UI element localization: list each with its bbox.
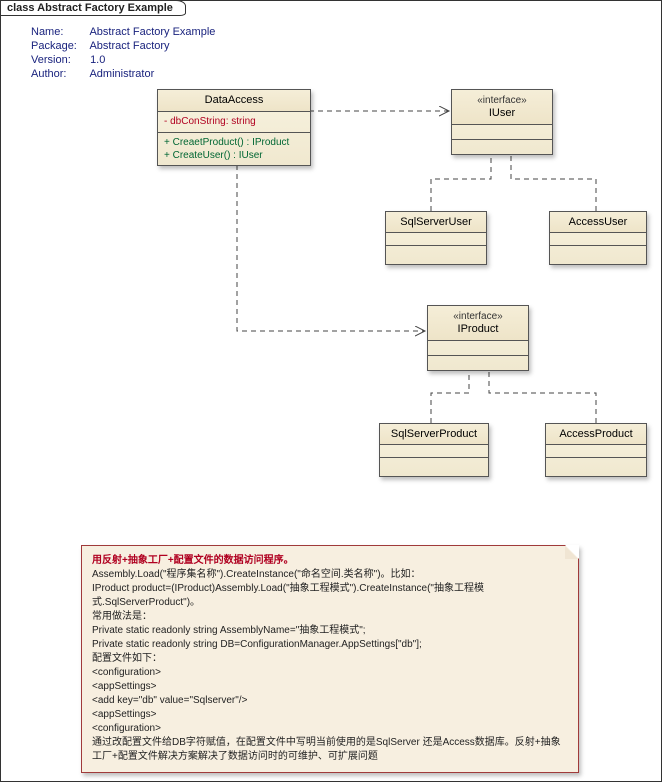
meta-author-value: Administrator [89, 68, 154, 80]
note-line-9: <add key="db" value="Sqlserver"/> [92, 694, 568, 708]
meta-name-label: Name: [31, 25, 87, 39]
note-title: 用反射+抽象工厂+配置文件的数据访问程序。 [92, 554, 568, 568]
note-line-6: 配置文件如下： [92, 652, 568, 666]
note-line-1: Assembly.Load("程序集名称").CreateInstance("命… [92, 568, 568, 582]
sqlserveruser-name: SqlServerUser [400, 216, 472, 228]
class-sqlserverproduct[interactable]: SqlServerProduct [379, 423, 489, 477]
attr-dbconstring: dbConString: string [167, 116, 255, 127]
accessproduct-name: AccessProduct [559, 428, 632, 440]
note-line-11: <configuration> [92, 722, 568, 736]
diagram-metadata: Name: Abstract Factory Example Package: … [31, 25, 215, 81]
meta-package-value: Abstract Factory [89, 40, 169, 52]
iproduct-name: IProduct [434, 323, 522, 336]
class-dataaccess[interactable]: DataAccess - dbConString: string + Creae… [157, 89, 311, 166]
class-sqlserveruser[interactable]: SqlServerUser [385, 211, 487, 265]
diagram-canvas: class Abstract Factory Example Name: Abs… [0, 0, 662, 782]
note-line-12: 通过改配置文件给DB字符赋值，在配置文件中写明当前使用的是SqlServer 还… [92, 736, 568, 764]
diagram-title-tab: class Abstract Factory Example [0, 0, 186, 16]
note-line-8: <appSettings> [92, 680, 568, 694]
note-line-3: 常用做法是： [92, 610, 568, 624]
meta-version-label: Version: [31, 53, 87, 67]
note-line-4: Private static readonly string AssemblyN… [92, 624, 568, 638]
meta-package-label: Package: [31, 39, 87, 53]
interface-iproduct[interactable]: «interface» IProduct [427, 305, 529, 371]
op-createproduct: + CreaetProduct() : IProduct [164, 136, 304, 149]
meta-name-value: Abstract Factory Example [89, 26, 215, 38]
interface-iuser[interactable]: «interface» IUser [451, 89, 553, 155]
class-dataaccess-name: DataAccess [164, 94, 304, 107]
iproduct-stereotype: «interface» [434, 310, 522, 323]
sqlserverproduct-name: SqlServerProduct [391, 428, 477, 440]
note-line-5: Private static readonly string DB=Config… [92, 638, 568, 652]
class-accessuser[interactable]: AccessUser [549, 211, 647, 265]
diagram-title-text: class Abstract Factory Example [7, 2, 173, 14]
note-line-7: <configuration> [92, 666, 568, 680]
note-line-2: IProduct product=(IProduct)Assembly.Load… [92, 582, 568, 610]
meta-author-label: Author: [31, 67, 87, 81]
class-accessproduct[interactable]: AccessProduct [545, 423, 647, 477]
meta-version-value: 1.0 [90, 54, 105, 66]
note-box[interactable]: 用反射+抽象工厂+配置文件的数据访问程序。 Assembly.Load("程序集… [81, 545, 579, 773]
note-line-10: <appSettings> [92, 708, 568, 722]
accessuser-name: AccessUser [569, 216, 628, 228]
op-createuser: + CreateUser() : IUser [164, 149, 304, 162]
iuser-stereotype: «interface» [458, 94, 546, 107]
iuser-name: IUser [458, 107, 546, 120]
